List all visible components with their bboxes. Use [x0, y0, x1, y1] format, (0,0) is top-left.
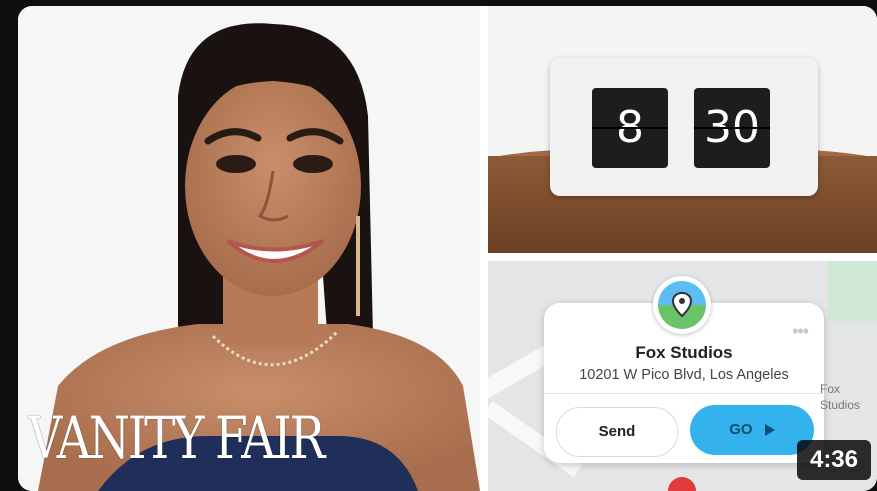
- send-button[interactable]: Send: [556, 407, 678, 457]
- card-divider: [544, 393, 824, 394]
- destination-pin-icon: [668, 477, 696, 491]
- go-button[interactable]: GO: [690, 405, 814, 455]
- go-label: GO: [729, 421, 753, 438]
- flip-clock: 8 30: [550, 58, 818, 196]
- place-address: 10201 W Pico Blvd, Los Angeles: [579, 367, 789, 383]
- pane-divider: [480, 6, 488, 491]
- clock-hour: 8: [592, 88, 668, 168]
- more-options-icon[interactable]: •••: [792, 321, 809, 342]
- map-place-label: Fox Studios: [820, 382, 861, 412]
- location-pin-icon: [653, 276, 711, 334]
- portrait-image: VANITY FAIR: [18, 6, 480, 491]
- place-name: Fox Studios: [635, 343, 733, 362]
- clock-minute: 30: [694, 88, 770, 168]
- video-duration-badge: 4:36: [797, 440, 871, 480]
- map-park: [828, 261, 877, 321]
- play-arrow-icon: [764, 424, 775, 437]
- pane-separator: [488, 253, 877, 261]
- vanity-fair-logo: VANITY FAIR: [28, 404, 325, 472]
- video-thumbnail[interactable]: VANITY FAIR 8 30 ••• Fox Studios 10201 W…: [18, 6, 877, 491]
- flip-clock-image: 8 30: [488, 6, 877, 253]
